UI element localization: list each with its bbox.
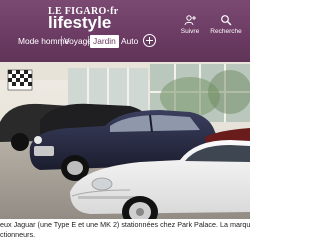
nav-divider: [88, 36, 89, 46]
follow-button[interactable]: Suivre: [170, 14, 210, 35]
section-nav: Mode homme Voyage Jardin Auto: [0, 35, 250, 49]
jaguar-cars-photo: [0, 62, 250, 230]
nav-divider: [118, 36, 119, 46]
photo-caption: eux Jaguar (une Type E et une MK 2) stat…: [0, 219, 250, 250]
search-label: Recherche: [210, 28, 242, 35]
caption-line-2: ctionneurs.: [0, 230, 36, 239]
plus-circle-icon[interactable]: [143, 34, 156, 47]
article-photo: [0, 62, 250, 230]
search-icon: [221, 15, 232, 26]
site-header: LE FIGARO·fr lifestyle Mode homme Voyage…: [0, 0, 250, 62]
nav-item-jardin[interactable]: Jardin: [90, 35, 119, 48]
follow-label: Suivre: [180, 28, 200, 35]
brand-lifestyle[interactable]: lifestyle: [48, 14, 138, 34]
nav-divider: [61, 36, 62, 46]
caption-line-1: eux Jaguar (une Type E et une MK 2) stat…: [0, 220, 250, 229]
follow-person-icon: [184, 15, 196, 26]
search-button[interactable]: Recherche: [206, 14, 246, 35]
nav-item-auto[interactable]: Auto: [121, 35, 138, 48]
